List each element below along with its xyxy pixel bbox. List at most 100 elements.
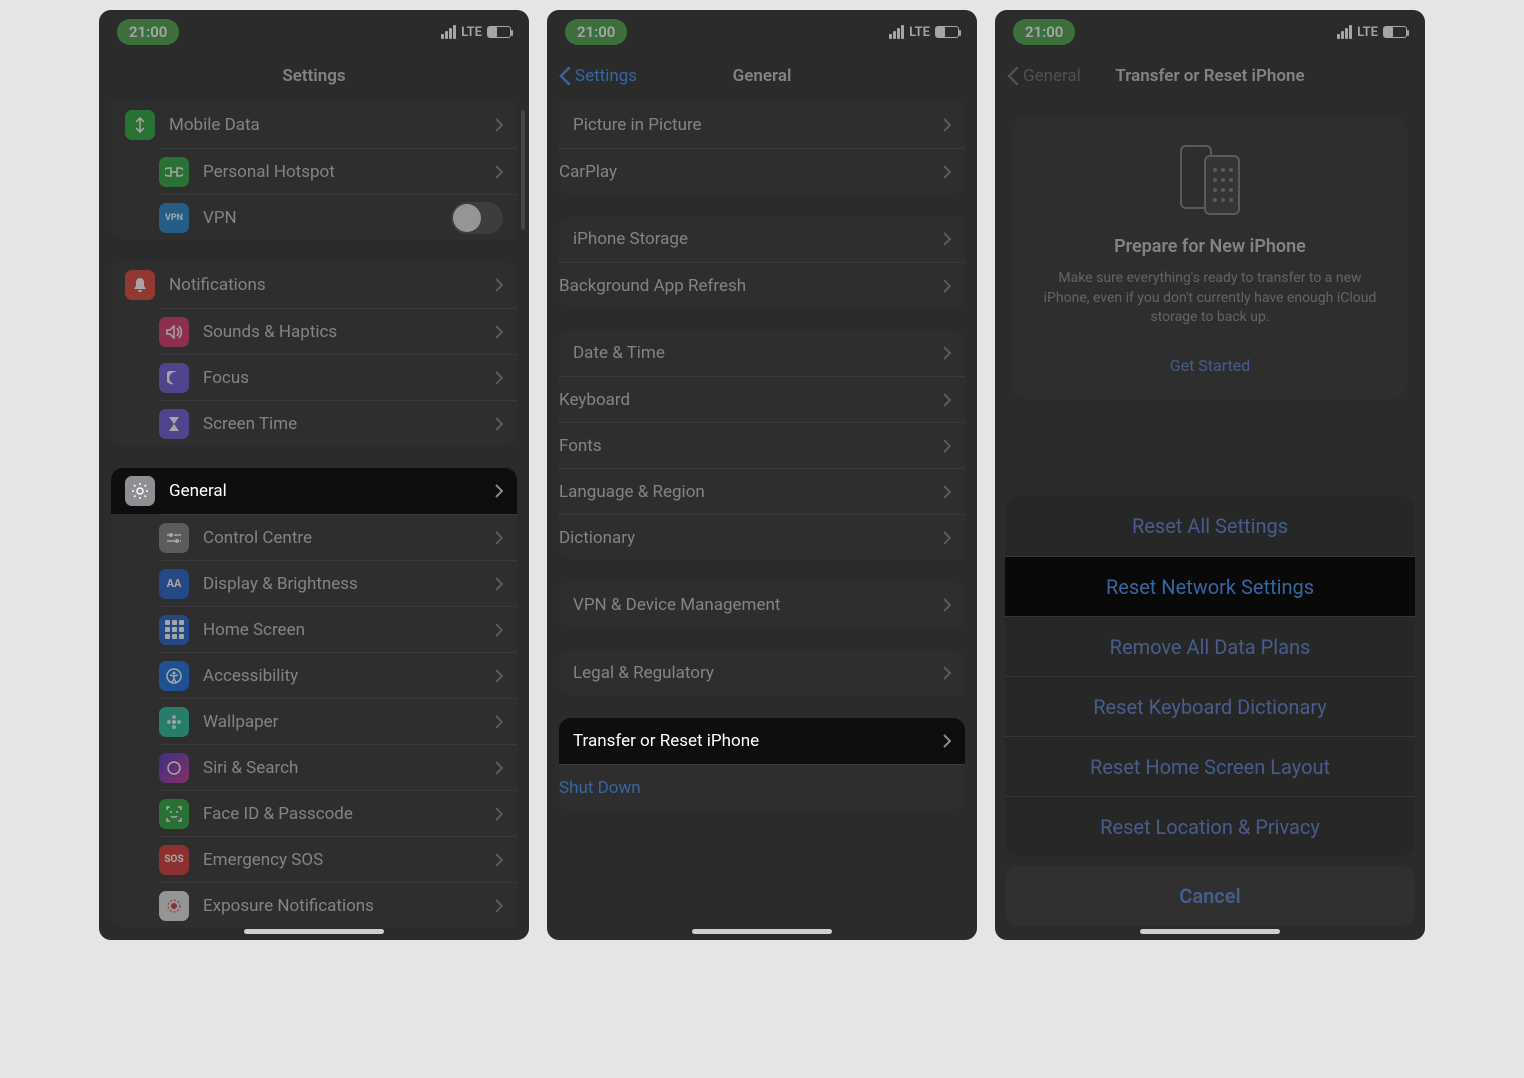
reset-action-sheet: Reset All Settings Reset Network Setting… <box>1005 496 1415 926</box>
vpn-toggle[interactable] <box>451 202 503 234</box>
row-screen-time[interactable]: Screen Time <box>159 400 517 446</box>
flower-icon <box>159 707 189 737</box>
status-bar: 21:00 LTE <box>99 10 529 54</box>
status-bar: 21:00 LTE <box>995 10 1425 54</box>
faceid-icon <box>159 799 189 829</box>
signal-icon <box>889 25 904 39</box>
screenshot-reset: 21:00 LTE General Transfer or Reset iPho… <box>995 10 1425 940</box>
vpn-icon: VPN <box>159 203 189 233</box>
row-fonts[interactable]: Fonts <box>559 422 965 468</box>
settings-list[interactable]: Mobile Data Personal Hotspot VPN VPN Not… <box>99 98 529 940</box>
page-title: General <box>733 66 792 86</box>
group-storage: iPhone Storage Background App Refresh <box>559 216 965 308</box>
chevron-right-icon <box>495 623 503 637</box>
siri-icon <box>159 753 189 783</box>
link-icon <box>159 157 189 187</box>
row-legal[interactable]: Legal & Regulatory <box>559 650 965 696</box>
reset-home-layout[interactable]: Reset Home Screen Layout <box>1005 736 1415 796</box>
signal-icon <box>441 25 456 39</box>
row-faceid[interactable]: Face ID & Passcode <box>159 790 517 836</box>
network-label: LTE <box>461 25 482 40</box>
hourglass-icon <box>159 409 189 439</box>
antenna-icon <box>125 110 155 140</box>
chevron-right-icon <box>495 899 503 913</box>
chevron-right-icon <box>495 807 503 821</box>
chevron-right-icon <box>495 853 503 867</box>
text-size-icon: AA <box>159 569 189 599</box>
row-notifications[interactable]: Notifications <box>111 262 517 308</box>
bell-icon <box>125 270 155 300</box>
chevron-left-icon <box>1007 66 1019 86</box>
row-home-screen[interactable]: Home Screen <box>159 606 517 652</box>
chevron-right-icon <box>495 531 503 545</box>
chevron-right-icon <box>495 715 503 729</box>
row-keyboard[interactable]: Keyboard <box>559 376 965 422</box>
row-shutdown[interactable]: Shut Down <box>559 764 965 810</box>
back-button[interactable]: Settings <box>559 66 637 86</box>
row-transfer-reset[interactable]: Transfer or Reset iPhone <box>559 718 965 764</box>
devices-icon <box>1035 140 1385 220</box>
row-pip[interactable]: Picture in Picture <box>559 102 965 148</box>
row-general[interactable]: General <box>111 468 517 514</box>
home-indicator[interactable] <box>1140 929 1280 934</box>
reset-all-settings[interactable]: Reset All Settings <box>1005 496 1415 556</box>
row-sounds[interactable]: Sounds & Haptics <box>159 308 517 354</box>
row-control-centre[interactable]: Control Centre <box>159 514 517 560</box>
row-sos[interactable]: SOS Emergency SOS <box>159 836 517 882</box>
row-storage[interactable]: iPhone Storage <box>559 216 965 262</box>
grid-icon <box>159 615 189 645</box>
row-focus[interactable]: Focus <box>159 354 517 400</box>
chevron-right-icon <box>943 165 951 179</box>
row-siri[interactable]: Siri & Search <box>159 744 517 790</box>
row-display[interactable]: AA Display & Brightness <box>159 560 517 606</box>
page-title: Settings <box>282 66 345 86</box>
scrollbar[interactable] <box>521 110 525 230</box>
prepare-card: Prepare for New iPhone Make sure everyth… <box>1013 116 1407 399</box>
get-started-button[interactable]: Get Started <box>1035 356 1385 375</box>
chevron-left-icon <box>559 66 571 86</box>
row-vpnmgmt[interactable]: VPN & Device Management <box>559 582 965 628</box>
row-bgapp[interactable]: Background App Refresh <box>559 262 965 308</box>
group-legal: Legal & Regulatory <box>559 650 965 696</box>
chevron-right-icon <box>943 734 951 748</box>
chevron-right-icon <box>943 666 951 680</box>
chevron-right-icon <box>495 371 503 385</box>
home-indicator[interactable] <box>692 929 832 934</box>
group-connectivity: Mobile Data Personal Hotspot VPN VPN <box>111 102 517 240</box>
row-accessibility[interactable]: Accessibility <box>159 652 517 698</box>
reset-keyboard-dictionary[interactable]: Reset Keyboard Dictionary <box>1005 676 1415 736</box>
battery-icon <box>1383 26 1407 38</box>
row-date[interactable]: Date & Time <box>559 330 965 376</box>
remove-data-plans[interactable]: Remove All Data Plans <box>1005 616 1415 676</box>
page-title: Transfer or Reset iPhone <box>1115 66 1304 86</box>
home-indicator[interactable] <box>244 929 384 934</box>
sos-icon: SOS <box>159 845 189 875</box>
row-personal-hotspot[interactable]: Personal Hotspot <box>159 148 517 194</box>
general-list[interactable]: Picture in Picture CarPlay iPhone Storag… <box>547 98 977 940</box>
row-carplay[interactable]: CarPlay <box>559 148 965 194</box>
sheet-options: Reset All Settings Reset Network Setting… <box>1005 496 1415 856</box>
row-wallpaper[interactable]: Wallpaper <box>159 698 517 744</box>
row-dict[interactable]: Dictionary <box>559 514 965 560</box>
sliders-icon <box>159 523 189 553</box>
row-lang[interactable]: Language & Region <box>559 468 965 514</box>
nav-bar: Settings <box>99 54 529 98</box>
chevron-right-icon <box>943 531 951 545</box>
card-title: Prepare for New iPhone <box>1035 236 1385 257</box>
group-alerts: Notifications Sounds & Haptics Focus Scr… <box>111 262 517 446</box>
chevron-right-icon <box>495 278 503 292</box>
reset-network-settings[interactable]: Reset Network Settings <box>1005 556 1415 616</box>
chevron-right-icon <box>943 279 951 293</box>
chevron-right-icon <box>943 232 951 246</box>
row-mobile-data[interactable]: Mobile Data <box>111 102 517 148</box>
row-exposure[interactable]: Exposure Notifications <box>159 882 517 928</box>
accessibility-icon <box>159 661 189 691</box>
screenshot-general: 21:00 LTE Settings General Picture in Pi… <box>547 10 977 940</box>
chevron-right-icon <box>495 577 503 591</box>
back-button[interactable]: General <box>1007 66 1081 86</box>
screenshot-settings: 21:00 LTE Settings Mobile Data Personal … <box>99 10 529 940</box>
reset-location-privacy[interactable]: Reset Location & Privacy <box>1005 796 1415 856</box>
row-vpn[interactable]: VPN VPN <box>159 194 517 240</box>
chevron-right-icon <box>495 669 503 683</box>
cancel-button[interactable]: Cancel <box>1005 866 1415 926</box>
